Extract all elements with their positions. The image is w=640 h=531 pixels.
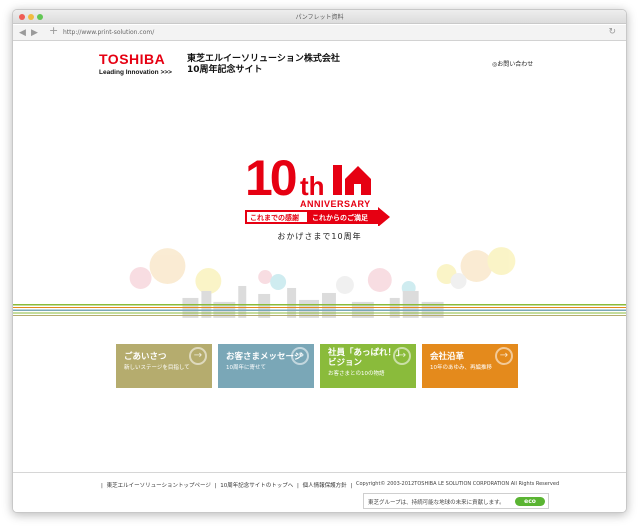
brand-tagline: Leading Innovation >>> — [99, 69, 172, 76]
brand-name: TOSHIBA — [99, 51, 166, 67]
card-customer-message[interactable]: → お客さまメッセージ 10周年に寄せて — [218, 344, 314, 388]
reload-icon[interactable]: ↻ — [608, 27, 616, 37]
footer-link-company-top[interactable]: 東芝エルイーソリューショントップページ — [107, 483, 211, 489]
copyright-text: Copyright© 2003-2012TOSHIBA LE SOLUTION … — [356, 481, 560, 487]
arrow-right-icon: → — [495, 347, 513, 365]
arrow-right-icon: → — [291, 347, 309, 365]
logo-anniversary: ANNIVERSARY — [300, 199, 371, 209]
section-cards: → ごあいさつ 新しいステージを目指して → お客さまメッセージ 10周年に寄せ… — [116, 344, 520, 388]
footer-links: | 東芝エルイーソリューショントップページ | 10周年記念サイトのトップへ |… — [101, 481, 354, 489]
footer-separator: | — [350, 483, 353, 489]
footer-link-privacy[interactable]: 個人情報保護方針 — [303, 483, 347, 489]
logo-right-label: これからのご満足 — [312, 213, 369, 222]
anniversary-logo: 10 th ANNIVERSARY これまでの感謝 これからのご満足 — [245, 151, 390, 226]
logo-number: 10 — [245, 151, 296, 206]
arrow-right-icon: → — [393, 347, 411, 365]
decorative-stripes — [13, 304, 626, 316]
card-subtitle: 10周年に寄せて — [226, 365, 266, 371]
chevrons-icon: >>> — [160, 69, 172, 76]
house-icon — [333, 165, 371, 195]
page-content: TOSHIBA Leading Innovation >>> 東芝エルイーソリュー… — [13, 41, 626, 512]
back-arrow-icon[interactable]: ◀ — [19, 28, 26, 38]
card-company-history[interactable]: → 会社沿革 10年のあゆみ、再編推移 — [422, 344, 518, 388]
toshiba-logo[interactable]: TOSHIBA Leading Innovation >>> — [99, 52, 172, 76]
card-subtitle: 10年のあゆみ、再編推移 — [430, 365, 492, 371]
browser-window: パンフレット資料 ◀ ▶ + http://www.print-solution… — [12, 9, 627, 513]
eco-badge-icon: eco — [515, 497, 545, 506]
site-name: 10周年記念サイト — [187, 65, 263, 75]
company-name: 東芝エルイーソリューション株式会社 — [187, 54, 340, 64]
logo-suffix: th — [300, 171, 325, 201]
footer-divider — [13, 472, 626, 473]
footer-separator: | — [297, 483, 299, 489]
contact-link[interactable]: ◎お問い合わせ — [492, 59, 533, 68]
url-field[interactable]: http://www.print-solution.com/ — [63, 29, 154, 36]
arrow-right-icon: → — [189, 347, 207, 365]
card-employee-vision[interactable]: → 社員「あっぱれ！」 ビジョン お客さまとの10の物語 — [320, 344, 416, 388]
logo-left-label: これまでの感謝 — [250, 213, 299, 222]
eco-banner[interactable]: 東芝グループは、持続可能な地球の未来に貢献します。 eco — [363, 493, 549, 509]
plus-icon[interactable]: + — [49, 25, 58, 36]
footer-separator: | — [101, 483, 103, 489]
company-title[interactable]: 東芝エルイーソリューション株式会社 10周年記念サイト — [187, 54, 340, 76]
address-bar: ◀ ▶ + http://www.print-solution.com/ ↻ — [13, 25, 626, 41]
forward-arrow-icon[interactable]: ▶ — [31, 28, 38, 38]
footer-link-site-top[interactable]: 10周年記念サイトのトップへ — [220, 483, 293, 489]
card-greeting[interactable]: → ごあいさつ 新しいステージを目指して — [116, 344, 212, 388]
window-title: パンフレット資料 — [295, 14, 344, 21]
title-bar: パンフレット資料 — [13, 10, 626, 24]
card-subtitle: 新しいステージを目指して — [124, 365, 190, 371]
eco-message: 東芝グループは、持続可能な地球の未来に貢献します。 — [368, 500, 505, 506]
footer-separator: | — [214, 483, 217, 489]
card-subtitle: お客さまとの10の物語 — [328, 371, 385, 377]
